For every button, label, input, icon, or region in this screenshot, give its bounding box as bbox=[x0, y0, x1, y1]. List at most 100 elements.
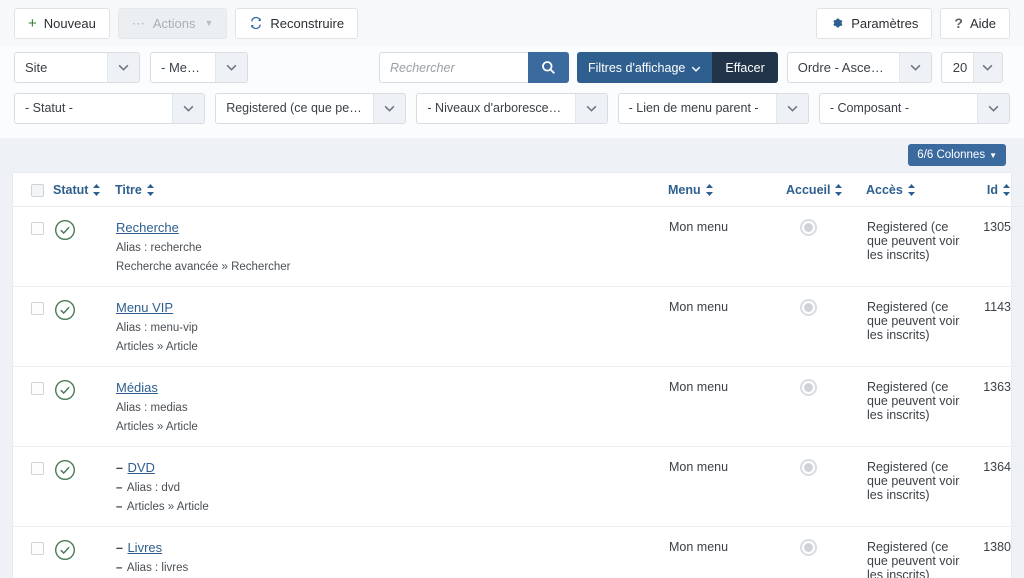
row-select-cell bbox=[13, 286, 53, 367]
row-id-cell: 1305 bbox=[971, 206, 1024, 287]
check-circle-icon[interactable] bbox=[54, 539, 114, 564]
table-header: Statut Titre Menu Accueil Accès Id bbox=[13, 173, 1024, 207]
sort-icon bbox=[705, 184, 714, 196]
chevron-down-icon bbox=[977, 94, 1010, 123]
row-status-cell bbox=[53, 366, 115, 447]
check-circle-icon[interactable] bbox=[54, 299, 114, 324]
row-status-cell bbox=[53, 286, 115, 367]
row-select-cell bbox=[13, 446, 53, 527]
row-access-cell: Registered (ce que peuvent voir les insc… bbox=[866, 206, 971, 287]
status-filter-select[interactable]: - Statut - bbox=[14, 93, 206, 124]
title-line: – DVD bbox=[116, 460, 667, 475]
chevron-down-icon: ▼ bbox=[204, 18, 214, 28]
row-menu-cell: Mon menu bbox=[668, 286, 786, 367]
sort-order-select[interactable]: Ordre - Ascendant bbox=[786, 52, 932, 83]
home-sort-control[interactable]: Accueil bbox=[786, 183, 843, 197]
levels-filter-select[interactable]: - Niveaux d'arborescence - bbox=[416, 93, 608, 124]
options-button[interactable]: Paramètres bbox=[816, 7, 933, 39]
columns-toggle-button[interactable]: 6/6 Colonnes ▼ bbox=[908, 144, 1006, 166]
radio-unselected-icon[interactable] bbox=[800, 299, 817, 316]
sort-icon bbox=[834, 184, 843, 196]
status-sort-control[interactable]: Statut bbox=[53, 183, 101, 197]
table-body: Recherche Alias : recherche Recherche avan… bbox=[13, 206, 1024, 578]
clear-filters-button[interactable]: Effacer bbox=[712, 52, 778, 83]
row-checkbox[interactable] bbox=[31, 222, 44, 235]
level-indent-dash: – bbox=[116, 562, 122, 574]
chevron-down-icon bbox=[574, 94, 607, 123]
chevron-down-icon bbox=[898, 53, 931, 82]
actions-button[interactable]: ⋯ Actions ▼ bbox=[117, 7, 228, 39]
help-button[interactable]: ? Aide bbox=[940, 7, 1010, 39]
check-circle-icon[interactable] bbox=[54, 219, 114, 244]
radio-unselected-icon[interactable] bbox=[800, 539, 817, 556]
site-client-select[interactable]: Site bbox=[14, 52, 140, 83]
table-header-row: Statut Titre Menu Accueil Accès Id bbox=[13, 173, 1024, 207]
path-text: Recherche avancée » Rechercher bbox=[116, 261, 291, 273]
menu-item-title-link[interactable]: Recherche bbox=[116, 220, 179, 235]
alias-text: Alias : menu-vip bbox=[116, 322, 198, 334]
new-button[interactable]: + Nouveau bbox=[14, 7, 110, 39]
title-sort-control[interactable]: Titre bbox=[115, 183, 155, 197]
table-row: – DVD – Alias : dvd – Articles » Article Mon m… bbox=[13, 446, 1024, 527]
menu-type-select[interactable]: - Menu - bbox=[150, 52, 248, 83]
menu-item-title-link[interactable]: Médias bbox=[116, 380, 158, 395]
home-header: Accueil bbox=[786, 173, 866, 207]
columns-toggle-label: 6/6 Colonnes bbox=[917, 149, 986, 161]
plus-icon: + bbox=[28, 14, 37, 32]
chevron-down-icon bbox=[775, 94, 808, 123]
path-line: – Articles » Article bbox=[116, 501, 667, 513]
parent-menu-filter-select[interactable]: - Lien de menu parent - bbox=[617, 93, 809, 124]
alias-line: – Alias : dvd bbox=[116, 482, 667, 494]
gear-icon bbox=[830, 16, 844, 30]
row-checkbox[interactable] bbox=[31, 462, 44, 475]
filter-bar-secondary: - Statut - Registered (ce que peuvent v … bbox=[0, 83, 1024, 138]
row-home-cell bbox=[786, 446, 866, 527]
menu-items-table: Statut Titre Menu Accueil Accès Id Reche… bbox=[13, 173, 1024, 578]
display-filters-button[interactable]: Filtres d'affichage bbox=[577, 52, 713, 83]
check-circle-icon[interactable] bbox=[54, 379, 114, 404]
menu-item-title-link[interactable]: Livres bbox=[127, 540, 162, 555]
search-input[interactable] bbox=[379, 52, 528, 83]
access-filter-select[interactable]: Registered (ce que peuvent v bbox=[215, 93, 407, 124]
menu-type-value: - Menu - bbox=[161, 60, 210, 75]
row-title-cell: Menu VIP Alias : menu-vip Articles » Artic… bbox=[115, 286, 668, 367]
radio-unselected-icon[interactable] bbox=[800, 379, 817, 396]
access-header: Accès bbox=[866, 173, 971, 207]
list-limit-select[interactable]: 20 bbox=[940, 52, 1003, 83]
row-title-cell: – DVD – Alias : dvd – Articles » Article bbox=[115, 446, 668, 527]
radio-unselected-icon[interactable] bbox=[800, 459, 817, 476]
menu-item-title-link[interactable]: DVD bbox=[127, 460, 154, 475]
level-indent-dash: – bbox=[116, 482, 122, 494]
row-access-cell: Registered (ce que peuvent voir les insc… bbox=[866, 366, 971, 447]
id-header-label: Id bbox=[986, 183, 998, 197]
status-filter-value: - Statut - bbox=[25, 101, 73, 115]
status-header-label: Statut bbox=[53, 183, 89, 197]
row-id-cell: 1364 bbox=[971, 446, 1024, 527]
table-row: –Livres–Alias : livres–Articles » Articl… bbox=[13, 527, 1024, 578]
row-checkbox[interactable] bbox=[31, 302, 44, 315]
main-toolbar: + Nouveau ⋯ Actions ▼ Reconstruire Param… bbox=[0, 0, 1024, 46]
id-sort-control[interactable]: Id bbox=[987, 183, 1011, 197]
search-button[interactable] bbox=[528, 52, 569, 83]
radio-unselected-icon[interactable] bbox=[800, 219, 817, 236]
row-checkbox[interactable] bbox=[31, 382, 44, 395]
chevron-down-icon bbox=[373, 94, 406, 123]
actions-button-label: Actions bbox=[152, 15, 196, 31]
rebuild-button[interactable]: Reconstruire bbox=[235, 7, 359, 39]
row-checkbox[interactable] bbox=[31, 542, 44, 555]
check-circle-icon[interactable] bbox=[54, 459, 114, 484]
table-row: Menu VIP Alias : menu-vip Articles » Artic… bbox=[13, 286, 1024, 367]
menu-header-label: Menu bbox=[668, 183, 701, 197]
row-home-cell bbox=[786, 206, 866, 287]
row-title-cell: Recherche Alias : recherche Recherche avan… bbox=[115, 206, 668, 287]
alias-line: – Alias : livres bbox=[116, 562, 667, 574]
menu-item-title-link[interactable]: Menu VIP bbox=[116, 300, 173, 315]
site-client-value: Site bbox=[25, 60, 48, 75]
new-button-label: Nouveau bbox=[43, 15, 96, 31]
menu-sort-control[interactable]: Menu bbox=[668, 183, 714, 197]
level-indent-dash: – bbox=[116, 461, 123, 475]
select-all-checkbox[interactable] bbox=[31, 183, 44, 197]
component-filter-select[interactable]: - Composant - bbox=[818, 93, 1011, 124]
access-sort-control[interactable]: Accès bbox=[866, 183, 916, 197]
row-select-cell bbox=[13, 366, 53, 447]
